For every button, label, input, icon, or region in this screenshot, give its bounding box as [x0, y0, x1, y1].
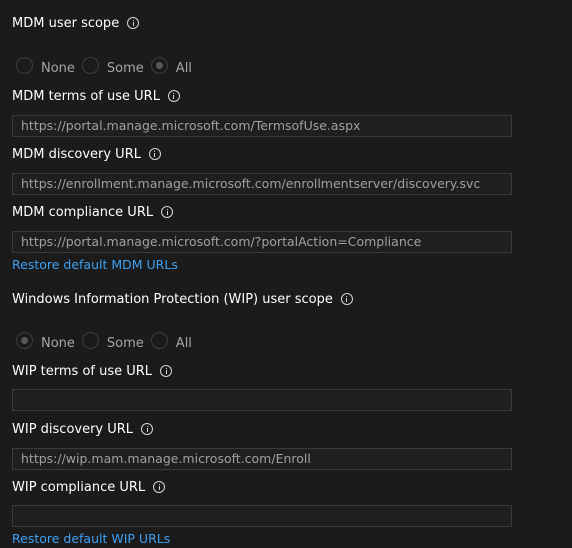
mdm-terms-url-field[interactable]: https://portal.manage.microsoft.com/Term…	[12, 115, 512, 137]
wip-discovery-text: WIP discovery URL	[12, 421, 134, 437]
mdm-scope-option-all-label: All	[175, 60, 192, 76]
info-icon[interactable]	[127, 17, 140, 29]
wip-compliance-url-field[interactable]	[12, 505, 512, 527]
info-icon[interactable]	[153, 481, 166, 493]
mdm-compliance-label: MDM compliance URL	[12, 203, 174, 221]
wip-user-scope-text: Windows Information Protection (WIP) use…	[12, 291, 333, 307]
wip-compliance-text: WIP compliance URL	[12, 479, 146, 495]
wip-terms-url-field[interactable]	[12, 389, 512, 411]
mdm-scope-option-some[interactable]: Some	[81, 56, 144, 76]
mdm-terms-text: MDM terms of use URL	[12, 88, 160, 104]
radio-selected-icon[interactable]	[150, 56, 168, 74]
wip-scope-option-none-label: None	[41, 335, 75, 351]
info-icon[interactable]	[160, 365, 173, 377]
mdm-user-scope-label: MDM user scope	[12, 14, 140, 32]
info-icon[interactable]	[141, 423, 154, 435]
wip-terms-text: WIP terms of use URL	[12, 363, 153, 379]
mdm-scope-option-none-label: None	[41, 60, 75, 76]
wip-user-scope-radio-group: None Some All	[16, 329, 199, 351]
mdm-discovery-label: MDM discovery URL	[12, 145, 161, 163]
mdm-compliance-url-field[interactable]: https://portal.manage.microsoft.com/?por…	[12, 231, 512, 253]
info-icon[interactable]	[167, 90, 180, 102]
wip-compliance-label: WIP compliance URL	[12, 478, 166, 496]
wip-scope-option-none[interactable]: None	[16, 331, 75, 351]
wip-user-scope-label: Windows Information Protection (WIP) use…	[12, 290, 353, 308]
radio-icon[interactable]	[16, 56, 33, 74]
mdm-user-scope-text: MDM user scope	[12, 15, 120, 31]
info-icon[interactable]	[161, 206, 174, 218]
mdm-user-scope-radio-group: None Some All	[16, 54, 199, 76]
mdm-scope-option-none[interactable]: None	[16, 56, 75, 76]
mdm-discovery-url-field[interactable]: https://enrollment.manage.microsoft.com/…	[12, 173, 512, 195]
mdm-terms-label: MDM terms of use URL	[12, 87, 180, 105]
radio-selected-icon[interactable]	[16, 331, 33, 349]
mdm-discovery-text: MDM discovery URL	[12, 146, 141, 162]
info-icon[interactable]	[340, 293, 353, 305]
restore-default-wip-urls-link[interactable]: Restore default WIP URLs	[12, 531, 170, 546]
wip-scope-option-all-label: All	[175, 335, 192, 351]
wip-discovery-url-field[interactable]: https://wip.mam.manage.microsoft.com/Enr…	[12, 448, 512, 470]
wip-scope-option-some[interactable]: Some	[81, 331, 144, 351]
wip-scope-option-some-label: Some	[106, 335, 144, 351]
wip-scope-option-all[interactable]: All	[150, 331, 192, 351]
info-icon[interactable]	[148, 148, 161, 160]
radio-icon[interactable]	[150, 331, 168, 349]
restore-default-mdm-urls-link[interactable]: Restore default MDM URLs	[12, 257, 178, 272]
radio-icon[interactable]	[81, 56, 99, 74]
wip-terms-label: WIP terms of use URL	[12, 362, 173, 380]
mdm-compliance-text: MDM compliance URL	[12, 204, 154, 220]
radio-icon[interactable]	[81, 331, 99, 349]
mdm-scope-option-some-label: Some	[106, 60, 144, 76]
wip-discovery-label: WIP discovery URL	[12, 420, 154, 438]
mdm-scope-option-all[interactable]: All	[150, 56, 192, 76]
